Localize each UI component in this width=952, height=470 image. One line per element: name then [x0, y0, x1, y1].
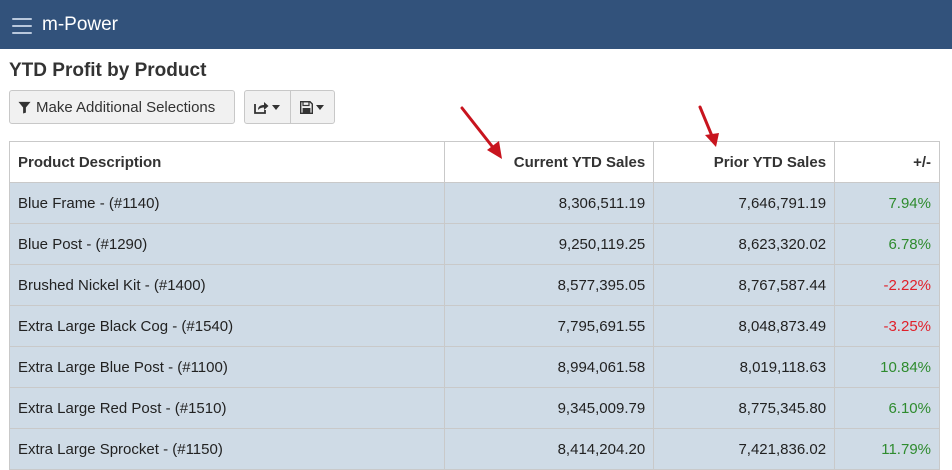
make-selections-label: Make Additional Selections: [36, 98, 216, 116]
product-description-cell: Extra Large Blue Post - (#1100): [8, 346, 446, 388]
app-brand[interactable]: m-Power: [42, 14, 118, 36]
plus-minus-cell: 10.84%: [834, 346, 940, 388]
table-row: Brushed Nickel Kit - (#1400) 8,577,395.0…: [8, 264, 940, 306]
prior-ytd-sales-cell: 8,623,320.02: [653, 223, 836, 265]
save-button[interactable]: [289, 91, 335, 123]
table-row: Extra Large Sprocket - (#1150) 8,414,204…: [8, 428, 940, 470]
prior-ytd-sales-cell: 8,048,873.49: [653, 305, 836, 347]
table-row: Extra Large Blue Post - (#1100) 8,994,06…: [8, 346, 940, 388]
plus-minus-cell: 6.10%: [834, 387, 940, 429]
filter-icon: [18, 101, 31, 114]
report-table: Product Description Current YTD Sales Pr…: [8, 141, 940, 470]
product-description-cell: Extra Large Red Post - (#1510): [8, 387, 446, 429]
plus-minus-cell: 7.94%: [834, 182, 940, 224]
header-plus-minus[interactable]: +/-: [834, 141, 940, 183]
product-description-cell: Extra Large Sprocket - (#1150): [8, 428, 446, 470]
table-row: Blue Post - (#1290) 9,250,119.25 8,623,3…: [8, 223, 940, 265]
share-button[interactable]: [245, 91, 290, 123]
save-icon: [300, 100, 314, 114]
current-ytd-sales-cell: 7,795,691.55: [444, 305, 655, 347]
prior-ytd-sales-cell: 8,775,345.80: [653, 387, 836, 429]
table-row: Extra Large Black Cog - (#1540) 7,795,69…: [8, 305, 940, 347]
plus-minus-cell: 6.78%: [834, 223, 940, 265]
export-button-group: [244, 90, 335, 124]
header-prior-ytd-sales[interactable]: Prior YTD Sales: [653, 141, 836, 183]
annotation-arrow-icon: [698, 105, 719, 147]
plus-minus-cell: -2.22%: [834, 264, 940, 306]
current-ytd-sales-cell: 9,250,119.25: [444, 223, 655, 265]
share-icon: [254, 101, 269, 114]
chevron-down-icon: [272, 104, 281, 110]
prior-ytd-sales-cell: 8,019,118.63: [653, 346, 836, 388]
product-description-cell: Extra Large Black Cog - (#1540): [8, 305, 446, 347]
annotation-arrow-icon: [460, 106, 502, 159]
hamburger-icon[interactable]: [12, 18, 32, 34]
current-ytd-sales-cell: 8,414,204.20: [444, 428, 655, 470]
top-navbar: m-Power: [0, 0, 952, 49]
prior-ytd-sales-cell: 8,767,587.44: [653, 264, 836, 306]
current-ytd-sales-cell: 9,345,009.79: [444, 387, 655, 429]
table-row: Extra Large Red Post - (#1510) 9,345,009…: [8, 387, 940, 429]
table-row: Blue Frame - (#1140) 8,306,511.19 7,646,…: [8, 182, 940, 224]
prior-ytd-sales-cell: 7,646,791.19: [653, 182, 836, 224]
current-ytd-sales-cell: 8,577,395.05: [444, 264, 655, 306]
plus-minus-cell: -3.25%: [834, 305, 940, 347]
chevron-down-icon: [316, 104, 325, 110]
product-description-cell: Blue Frame - (#1140): [8, 182, 446, 224]
header-product-description[interactable]: Product Description: [8, 141, 446, 183]
current-ytd-sales-cell: 8,306,511.19: [444, 182, 655, 224]
current-ytd-sales-cell: 8,994,061.58: [444, 346, 655, 388]
prior-ytd-sales-cell: 7,421,836.02: [653, 428, 836, 470]
product-description-cell: Blue Post - (#1290): [8, 223, 446, 265]
make-selections-button[interactable]: Make Additional Selections: [9, 90, 235, 124]
plus-minus-cell: 11.79%: [834, 428, 940, 470]
page-title: YTD Profit by Product: [9, 60, 207, 81]
product-description-cell: Brushed Nickel Kit - (#1400): [8, 264, 446, 306]
